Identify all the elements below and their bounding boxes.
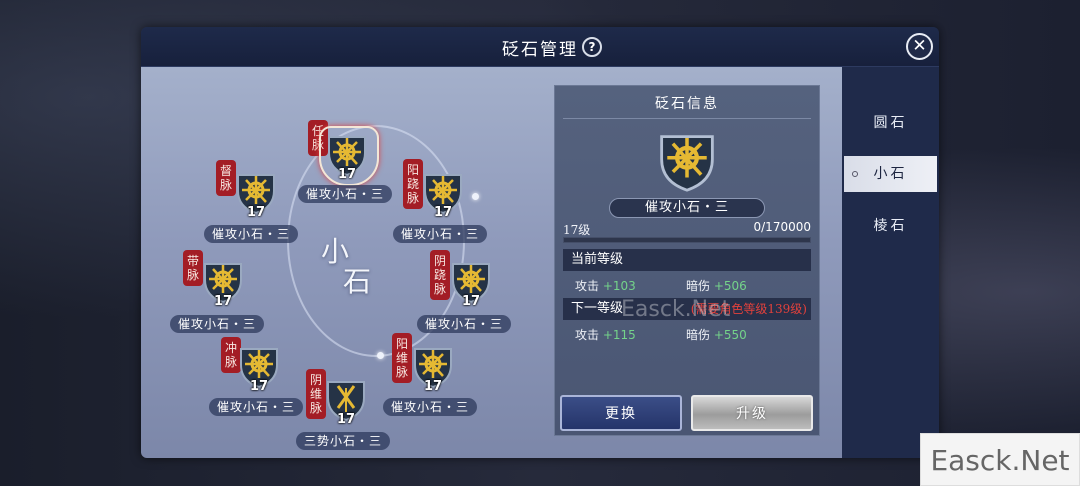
tab-label: 圆石 — [873, 115, 908, 131]
swap-button[interactable]: 更换 — [560, 395, 682, 431]
stone-level: 17 — [423, 379, 443, 394]
stone-level: 17 — [336, 412, 356, 427]
current-crit: 暗伤 +506 — [686, 277, 747, 294]
stone-slot-du[interactable]: 17 — [234, 171, 278, 220]
close-icon[interactable]: ✕ — [906, 33, 933, 60]
exp-progress-bar — [563, 237, 811, 243]
stone-level-label: 17级 — [563, 223, 591, 237]
stone-level: 17 — [213, 294, 233, 309]
tab-label: 棱石 — [873, 218, 908, 234]
stat-value: +506 — [713, 279, 747, 293]
center-category-label: 小 石 — [321, 237, 371, 297]
next-attack: 攻击 +115 — [575, 326, 636, 343]
stone-name-label: 催攻小石・三 — [209, 398, 304, 416]
tab-label: 小石 — [873, 166, 908, 182]
stone-name-label: 催攻小石・三 — [417, 315, 512, 333]
next-crit: 暗伤 +550 — [686, 326, 747, 343]
stone-slot-yangqiao[interactable]: 17 — [421, 171, 465, 220]
selected-dot-icon — [852, 171, 858, 177]
meridian-tag-du: 督脉 — [216, 160, 236, 196]
stone-level: 17 — [433, 205, 453, 220]
current-attack: 攻击 +103 — [575, 277, 636, 294]
stone-level: 17 — [249, 379, 269, 394]
exp-counter: 0/170000 — [753, 220, 812, 234]
corner-watermark: Easck.Net — [920, 433, 1080, 486]
stone-management-dialog: 砭石管理 ? ✕ 小 石 任脉 17 催攻小石・三 督脉 17 催攻小石・三 阳… — [141, 27, 939, 458]
stone-name-label: 三势小石・三 — [296, 432, 391, 450]
stone-slot-chong[interactable]: 17 — [237, 345, 281, 394]
meridian-tag-yinqiao: 阴跷脉 — [430, 250, 450, 300]
dialog-title: 砭石管理 — [502, 40, 578, 60]
stone-slot-yinqiao[interactable]: 17 — [449, 260, 493, 309]
selected-stone-name: 催攻小石・三 — [609, 198, 765, 218]
stone-name-label: 催攻小石・三 — [204, 225, 299, 243]
info-title: 砭石信息 — [655, 96, 719, 112]
stone-info-panel: 砭石信息 催攻小石・三 17级 0/170000 当前等级 攻击 +103 暗伤… — [554, 85, 820, 436]
title-bar: 砭石管理 ? ✕ — [141, 27, 939, 67]
stone-level: 17 — [337, 167, 357, 182]
stone-name-label: 催攻小石・三 — [383, 398, 478, 416]
selected-stone-icon — [656, 131, 718, 193]
stat-value: +550 — [713, 328, 747, 342]
stone-ring-area: 小 石 任脉 17 催攻小石・三 督脉 17 催攻小石・三 阳跷脉 17 催攻小… — [141, 67, 842, 458]
tab-round-stone[interactable]: 圆石 — [842, 105, 939, 141]
help-icon[interactable]: ? — [582, 37, 602, 57]
tab-small-stone[interactable]: 小石 — [844, 156, 937, 192]
watermark: Easck.Net — [621, 297, 731, 322]
stone-name-label: 催攻小石・三 — [170, 315, 265, 333]
stone-level: 17 — [246, 205, 266, 220]
stone-name-label: 催攻小石・三 — [393, 225, 488, 243]
tab-prism-stone[interactable]: 棱石 — [842, 208, 939, 244]
meridian-tag-dai: 带脉 — [183, 250, 203, 286]
stone-slot-ren[interactable]: 17 — [319, 126, 379, 186]
stone-slot-yangwei[interactable]: 17 — [411, 345, 455, 394]
meridian-tag-yinwei: 阴维脉 — [306, 369, 326, 419]
stat-label: 攻击 — [575, 328, 600, 342]
stone-name-label: 催攻小石・三 — [298, 185, 393, 203]
upgrade-button[interactable]: 升级 — [691, 395, 813, 431]
stat-label: 暗伤 — [686, 279, 711, 293]
current-level-label: 当前等级 — [571, 252, 624, 267]
stone-slot-dai[interactable]: 17 — [201, 260, 245, 309]
stat-value: +115 — [602, 328, 636, 342]
ring-dot — [472, 193, 479, 200]
meridian-tag-yangqiao: 阳跷脉 — [403, 159, 423, 209]
stone-slot-yinwei[interactable]: 17 — [324, 378, 368, 427]
stone-category-tabs: 圆石 小石 棱石 — [842, 67, 939, 458]
meridian-tag-yangwei: 阳维脉 — [392, 333, 412, 383]
stat-value: +103 — [602, 279, 636, 293]
stat-label: 暗伤 — [686, 328, 711, 342]
next-level-label: 下一等级 — [571, 301, 624, 316]
divider — [563, 118, 811, 119]
center-label-char: 小 — [321, 235, 350, 268]
stat-label: 攻击 — [575, 279, 600, 293]
ring-dot — [377, 352, 384, 359]
stone-level: 17 — [461, 294, 481, 309]
center-label-char: 石 — [343, 265, 372, 298]
current-level-header: 当前等级 — [563, 249, 811, 271]
